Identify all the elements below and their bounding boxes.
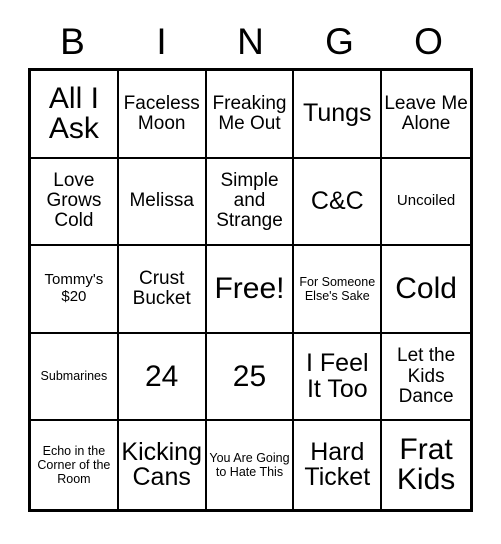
bingo-cell-i1[interactable]: Faceless Moon — [118, 71, 207, 159]
bingo-cell-label: I Feel It Too — [306, 349, 369, 403]
bingo-cell-label: Uncoiled — [396, 192, 456, 210]
bingo-cell-b1[interactable]: All I Ask — [31, 71, 119, 159]
bingo-cell-label: Kicking Cans — [121, 437, 202, 492]
bingo-cell-label: Submarines — [40, 369, 108, 384]
bingo-cell-g2[interactable]: C&C — [294, 158, 383, 247]
bingo-cell-n2[interactable]: Simple and Strange — [206, 158, 295, 247]
bingo-cell-label: Frat Kids — [396, 433, 456, 497]
bingo-cell-i2[interactable]: Melissa — [118, 158, 207, 247]
bingo-cell-b2[interactable]: Love Grows Cold — [31, 158, 119, 247]
bingo-cell-g5[interactable]: Hard Ticket — [294, 421, 383, 509]
header-letter-o: O — [414, 21, 443, 62]
bingo-cell-label: C&C — [310, 186, 364, 215]
header-letter-b: B — [60, 21, 85, 62]
bingo-cell-label: Hard Ticket — [304, 437, 371, 492]
bingo-cell-label: Cold — [395, 271, 457, 305]
bingo-cell-label: Freaking Me Out — [212, 92, 287, 134]
bingo-cell-label: Leave Me Alone — [384, 92, 468, 134]
bingo-grid: All I Ask Faceless Moon Freaking Me Out … — [28, 68, 473, 512]
bingo-cell-label: Simple and Strange — [216, 170, 283, 232]
bingo-cell-label: 25 — [232, 359, 267, 393]
bingo-cell-label: Let the Kids Dance — [397, 345, 456, 407]
bingo-cell-label: Crust Bucket — [132, 267, 191, 309]
bingo-cell-i4[interactable]: 24 — [118, 333, 207, 422]
bingo-cell-label: 24 — [145, 359, 179, 393]
header-letter-i: I — [156, 21, 167, 62]
bingo-cell-label: Tungs — [303, 99, 372, 128]
bingo-cell-label: Melissa — [129, 190, 194, 212]
header-letter-n: N — [237, 21, 264, 62]
bingo-cell-label: Echo in the Corner of the Room — [37, 443, 111, 487]
bingo-cell-label: Faceless Moon — [123, 92, 200, 134]
bingo-cell-o2[interactable]: Uncoiled — [382, 159, 470, 247]
bingo-cell-o1[interactable]: Leave Me Alone — [382, 71, 470, 159]
bingo-cell-b5[interactable]: Echo in the Corner of the Room — [31, 421, 119, 509]
bingo-cell-n5[interactable]: You Are Going to Hate This — [207, 421, 295, 509]
bingo-header-row: B I N G O — [28, 18, 473, 66]
bingo-cell-o3[interactable]: Cold — [382, 246, 470, 334]
bingo-cell-label: Love Grows Cold — [46, 170, 102, 232]
bingo-cell-g4[interactable]: I Feel It Too — [294, 333, 383, 422]
bingo-cell-label: You Are Going to Hate This — [209, 450, 290, 480]
bingo-cell-free-space[interactable]: Free! — [206, 246, 295, 334]
bingo-card: B I N G O All I Ask Faceless Moon Freaki… — [0, 0, 501, 544]
bingo-cell-b3[interactable]: Tommy's $20 — [31, 246, 119, 334]
bingo-cell-g1[interactable]: Tungs — [294, 71, 383, 159]
bingo-cell-i5[interactable]: Kicking Cans — [119, 421, 207, 509]
bingo-cell-label: Tommy's $20 — [44, 271, 104, 305]
header-letter-g: G — [325, 21, 354, 62]
bingo-cell-n1[interactable]: Freaking Me Out — [206, 71, 295, 159]
bingo-cell-o4[interactable]: Let the Kids Dance — [382, 334, 470, 422]
bingo-cell-label: For Someone Else's Sake — [299, 274, 376, 303]
bingo-cell-o5[interactable]: Frat Kids — [382, 421, 470, 509]
bingo-cell-label: Free! — [214, 271, 285, 305]
bingo-cell-i3[interactable]: Crust Bucket — [118, 246, 207, 334]
bingo-cell-g3[interactable]: For Someone Else's Sake — [294, 246, 383, 334]
bingo-cell-b4[interactable]: Submarines — [31, 333, 119, 422]
bingo-cell-n4[interactable]: 25 — [206, 333, 295, 422]
bingo-cell-label: All I Ask — [48, 81, 99, 145]
